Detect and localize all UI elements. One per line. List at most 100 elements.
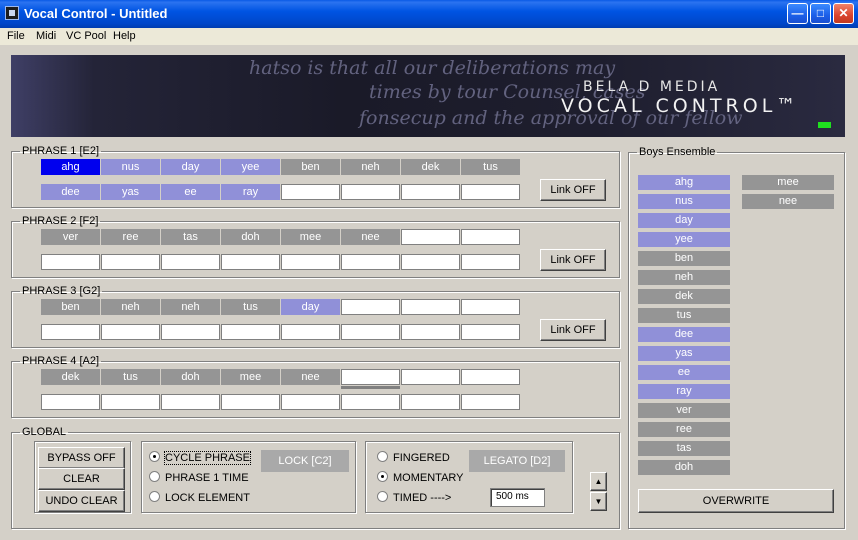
phrase-3-element-cell[interactable]	[401, 299, 460, 315]
phrase-1-link-button[interactable]: Link OFF	[540, 179, 606, 201]
phrase-2-alt-element-cell[interactable]	[41, 254, 100, 270]
phrase-1-element-cell[interactable]: yee	[221, 159, 280, 175]
ensemble-syllable-item[interactable]: nus	[638, 194, 730, 209]
phrase-4-alt-element-cell[interactable]	[221, 394, 280, 410]
ensemble-syllable-item[interactable]: tus	[638, 308, 730, 323]
phrase-3-element-cell[interactable]: ben	[41, 299, 100, 315]
ensemble-syllable-item[interactable]: yee	[638, 232, 730, 247]
ensemble-syllable-item[interactable]: doh	[638, 460, 730, 475]
legato-button[interactable]: LEGATO [D2]	[469, 450, 565, 472]
phrase-3-element-cell[interactable]	[461, 299, 520, 315]
lock-element-radio[interactable]: LOCK ELEMENT	[149, 490, 250, 506]
phrase-2-alt-element-cell[interactable]	[341, 254, 400, 270]
phrase-4-alt-element-cell[interactable]	[461, 394, 520, 410]
phrase-4-element-cell[interactable]	[341, 369, 400, 385]
ensemble-syllable-item[interactable]: day	[638, 213, 730, 228]
phrase-2-element-cell[interactable]: ver	[41, 229, 100, 245]
phrase-2-alt-element-cell[interactable]	[281, 254, 340, 270]
ensemble-syllable-item[interactable]: mee	[742, 175, 834, 190]
phrase-2-alt-element-cell[interactable]	[461, 254, 520, 270]
minimize-button[interactable]: —	[787, 3, 808, 24]
phrase-2-element-cell[interactable]	[461, 229, 520, 245]
ensemble-syllable-item[interactable]: neh	[638, 270, 730, 285]
phrase-3-alt-element-cell[interactable]	[461, 324, 520, 340]
phrase-3-link-button[interactable]: Link OFF	[540, 319, 606, 341]
phrase-3-alt-element-cell[interactable]	[341, 324, 400, 340]
phrase-1-element-cell[interactable]: ben	[281, 159, 340, 175]
phrase-4-alt-element-cell[interactable]	[101, 394, 160, 410]
maximize-button[interactable]: □	[810, 3, 831, 24]
phrase-4-element-cell[interactable]	[401, 369, 460, 385]
ensemble-syllable-item[interactable]: dee	[638, 327, 730, 342]
clear-button[interactable]: CLEAR	[38, 468, 125, 490]
phrase-2-element-cell[interactable]: doh	[221, 229, 280, 245]
phrase-1-element-cell[interactable]: dek	[401, 159, 460, 175]
phrase-4-element-cell[interactable]: tus	[101, 369, 160, 385]
phrase-1-element-cell[interactable]: nus	[101, 159, 160, 175]
phrase-3-element-cell[interactable]: neh	[101, 299, 160, 315]
phrase-2-element-cell[interactable]: nee	[341, 229, 400, 245]
phrase-1-element-cell[interactable]: ahg	[41, 159, 100, 175]
bypass-button[interactable]: BYPASS OFF	[38, 447, 125, 469]
spin-up-button[interactable]: ▲	[590, 472, 607, 491]
phrase-2-element-cell[interactable]: tas	[161, 229, 220, 245]
menu-file[interactable]: File	[7, 30, 25, 42]
phrase-3-element-cell[interactable]: neh	[161, 299, 220, 315]
phrase-2-alt-element-cell[interactable]	[221, 254, 280, 270]
ensemble-syllable-item[interactable]: nee	[742, 194, 834, 209]
phrase-1-alt-element-cell[interactable]	[461, 184, 520, 200]
phrase-1-alt-element-cell[interactable]: ray	[221, 184, 280, 200]
ensemble-syllable-item[interactable]: ver	[638, 403, 730, 418]
phrase-3-alt-element-cell[interactable]	[221, 324, 280, 340]
phrase-4-alt-element-cell[interactable]	[401, 394, 460, 410]
phrase-1-alt-element-cell[interactable]: dee	[41, 184, 100, 200]
ensemble-syllable-item[interactable]: tas	[638, 441, 730, 456]
timed-radio[interactable]: TIMED ---->	[377, 490, 451, 506]
ensemble-syllable-item[interactable]: ee	[638, 365, 730, 380]
phrase-2-alt-element-cell[interactable]	[161, 254, 220, 270]
phrase-4-element-cell[interactable]: mee	[221, 369, 280, 385]
phrase-1-alt-element-cell[interactable]: ee	[161, 184, 220, 200]
ensemble-syllable-item[interactable]: ree	[638, 422, 730, 437]
phrase-2-link-button[interactable]: Link OFF	[540, 249, 606, 271]
overwrite-button[interactable]: OVERWRITE	[638, 489, 834, 513]
phrase-1-alt-element-cell[interactable]	[341, 184, 400, 200]
phrase-4-alt-element-cell[interactable]	[281, 394, 340, 410]
ensemble-syllable-item[interactable]: yas	[638, 346, 730, 361]
lock-button[interactable]: LOCK [C2]	[261, 450, 349, 472]
phrase-4-alt-element-cell[interactable]	[41, 394, 100, 410]
phrase-4-element-cell[interactable]: dek	[41, 369, 100, 385]
phrase-2-element-cell[interactable]: ree	[101, 229, 160, 245]
time-input[interactable]: 500 ms	[490, 488, 545, 507]
ensemble-syllable-item[interactable]: ahg	[638, 175, 730, 190]
close-button[interactable]: ✕	[833, 3, 854, 24]
phrase-4-alt-element-cell[interactable]	[341, 394, 400, 410]
app-icon[interactable]	[5, 6, 19, 20]
phrase-4-element-cell[interactable]: doh	[161, 369, 220, 385]
phrase-4-alt-element-cell[interactable]	[161, 394, 220, 410]
momentary-radio[interactable]: MOMENTARY	[377, 470, 464, 486]
phrase-1-alt-element-cell[interactable]: yas	[101, 184, 160, 200]
phrase-2-element-cell[interactable]: mee	[281, 229, 340, 245]
phrase-1-element-cell[interactable]: neh	[341, 159, 400, 175]
phrase-3-alt-element-cell[interactable]	[281, 324, 340, 340]
fingered-radio[interactable]: FINGERED	[377, 450, 450, 466]
title-bar[interactable]: Vocal Control - Untitled — □ ✕	[0, 0, 858, 28]
spin-down-button[interactable]: ▼	[590, 492, 607, 511]
phrase-2-alt-element-cell[interactable]	[101, 254, 160, 270]
phrase-2-element-cell[interactable]	[401, 229, 460, 245]
phrase-3-element-cell[interactable]: day	[281, 299, 340, 315]
phrase-3-element-cell[interactable]	[341, 299, 400, 315]
phrase-2-alt-element-cell[interactable]	[401, 254, 460, 270]
menu-help[interactable]: Help	[113, 30, 136, 42]
phrase-1-element-cell[interactable]: tus	[461, 159, 520, 175]
ensemble-syllable-item[interactable]: ben	[638, 251, 730, 266]
phrase-1-time-radio[interactable]: PHRASE 1 TIME	[149, 470, 249, 486]
phrase-3-alt-element-cell[interactable]	[401, 324, 460, 340]
phrase-4-element-cell[interactable]	[461, 369, 520, 385]
ensemble-syllable-item[interactable]: dek	[638, 289, 730, 304]
cycle-phrase-radio[interactable]: CYCLE PHRASE	[149, 450, 251, 466]
phrase-1-alt-element-cell[interactable]	[281, 184, 340, 200]
menu-midi[interactable]: Midi	[36, 30, 56, 42]
phrase-3-element-cell[interactable]: tus	[221, 299, 280, 315]
